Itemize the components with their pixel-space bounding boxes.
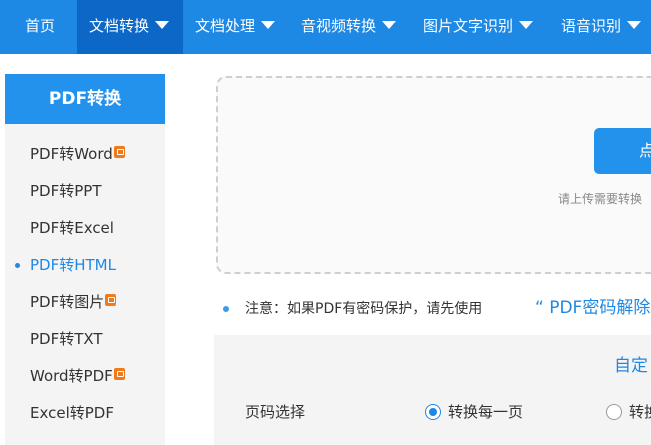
sidebar-item-pdf-to-word[interactable]: PDF转Word bbox=[30, 143, 125, 165]
nav-item-label: 语音识别 bbox=[561, 17, 622, 35]
nav-item-av-convert[interactable]: 音视频转换 bbox=[301, 0, 397, 54]
sidebar-item-label: Word转PDF bbox=[30, 367, 113, 385]
page-select-label: 页码选择 bbox=[245, 403, 306, 421]
sidebar-item-pdf-to-excel[interactable]: PDF转Excel bbox=[30, 217, 114, 239]
sidebar-item-label: PDF转图片 bbox=[30, 293, 105, 311]
notice-text: 注意：如果PDF有密码保护，请先使用 bbox=[245, 301, 483, 317]
nav-item-speech[interactable]: 语音识别 bbox=[561, 0, 642, 54]
chevron-down-icon bbox=[627, 21, 642, 29]
bookmark-icon bbox=[105, 294, 117, 306]
upload-hint: 请上传需要转换 bbox=[558, 192, 643, 206]
nav-item-label: 图片文字识别 bbox=[423, 17, 514, 35]
sidebar-item-pdf-to-ppt[interactable]: PDF转PPT bbox=[30, 180, 101, 202]
upload-button[interactable]: 点 bbox=[594, 128, 651, 174]
bullet-icon bbox=[223, 306, 229, 312]
radio-label-every-page[interactable]: 转换每一页 bbox=[448, 401, 523, 423]
pdf-unlock-link[interactable]: “ PDF密码解除 bbox=[535, 296, 650, 320]
chevron-down-icon bbox=[261, 21, 276, 29]
bookmark-icon bbox=[113, 368, 125, 380]
nav-item-label: 文档转换 bbox=[89, 17, 150, 35]
top-nav-bar: 首页 文档转换 文档处理 音视频转换 图片文字识别 语音识别 bbox=[0, 0, 651, 54]
radio-label-other[interactable]: 转换 bbox=[629, 401, 651, 423]
chevron-down-icon bbox=[155, 21, 170, 29]
nav-item-home[interactable]: 首页 bbox=[25, 0, 55, 54]
sidebar: PDF转换 PDF转Word PDF转PPT PDF转Excel PDF转HTM… bbox=[5, 74, 165, 445]
sidebar-item-label: PDF转Excel bbox=[30, 219, 114, 237]
sidebar-item-label: PDF转PPT bbox=[30, 182, 102, 200]
radio-convert-other[interactable] bbox=[606, 404, 622, 420]
sidebar-item-label: PDF转TXT bbox=[30, 330, 103, 348]
nav-item-label: 首页 bbox=[25, 17, 56, 35]
nav-item-ocr[interactable]: 图片文字识别 bbox=[423, 0, 534, 54]
sidebar-item-pdf-to-html[interactable]: PDF转HTML bbox=[15, 254, 116, 276]
sidebar-item-label: Excel转PDF bbox=[30, 404, 114, 422]
nav-item-label: 音视频转换 bbox=[301, 17, 377, 35]
settings-panel bbox=[214, 335, 651, 445]
sidebar-item-label: PDF转HTML bbox=[30, 256, 116, 274]
radio-convert-every-page[interactable] bbox=[425, 404, 441, 420]
sidebar-title: PDF转换 bbox=[5, 74, 165, 124]
sidebar-item-pdf-to-txt[interactable]: PDF转TXT bbox=[30, 328, 103, 350]
bookmark-icon bbox=[113, 146, 125, 158]
nav-item-doc-convert[interactable]: 文档转换 bbox=[77, 0, 183, 54]
chevron-down-icon bbox=[519, 21, 534, 29]
active-dot-icon bbox=[15, 263, 20, 268]
sidebar-item-pdf-to-image[interactable]: PDF转图片 bbox=[30, 291, 117, 313]
upload-dropzone[interactable] bbox=[216, 76, 651, 274]
sidebar-item-label: PDF转Word bbox=[30, 145, 113, 163]
sidebar-item-word-to-pdf[interactable]: Word转PDF bbox=[30, 365, 125, 387]
custom-settings-link[interactable]: 自定 bbox=[614, 354, 648, 378]
chevron-down-icon bbox=[382, 21, 397, 29]
nav-item-doc-process[interactable]: 文档处理 bbox=[195, 0, 276, 54]
nav-item-label: 文档处理 bbox=[195, 17, 256, 35]
sidebar-item-excel-to-pdf[interactable]: Excel转PDF bbox=[30, 402, 114, 424]
